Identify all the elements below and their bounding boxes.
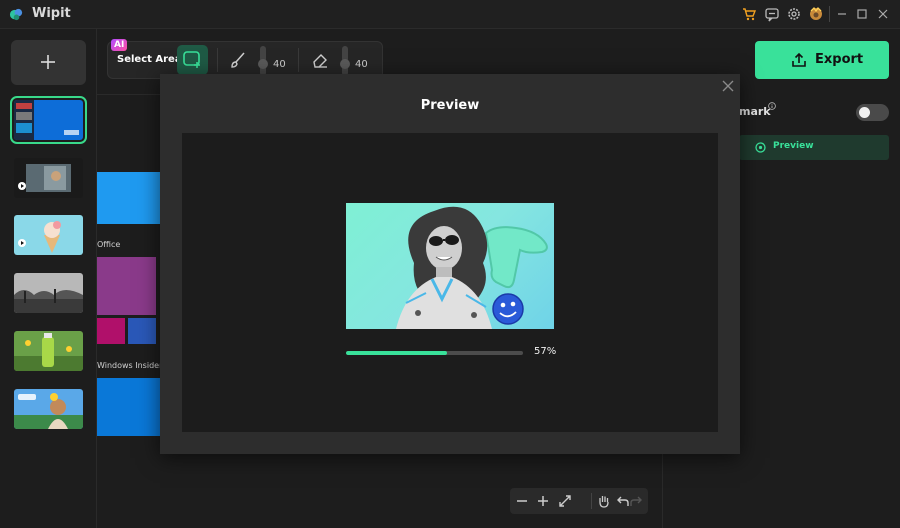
watermark-toggle[interactable] <box>856 104 889 121</box>
export-icon <box>792 52 806 67</box>
redo-icon[interactable] <box>628 493 644 509</box>
media-thumbnail-5[interactable] <box>14 331 83 371</box>
canvas-tile <box>97 378 160 436</box>
toolbar-divider <box>217 48 218 72</box>
zoom-out-icon[interactable] <box>514 493 530 509</box>
close-icon[interactable] <box>874 5 892 23</box>
fit-screen-icon[interactable] <box>557 493 573 509</box>
export-label: Export <box>815 52 864 67</box>
modal-title: Preview <box>420 98 480 113</box>
thumbnail-sidebar <box>0 29 97 528</box>
zoom-controls <box>510 488 648 514</box>
eraser-size-slider[interactable] <box>340 46 350 76</box>
canvas-tile <box>97 257 156 315</box>
titlebar-divider <box>829 6 830 22</box>
add-media-button[interactable] <box>11 40 86 85</box>
select-area-icon <box>183 51 200 68</box>
tile-label-office: Office <box>97 240 121 249</box>
feedback-icon[interactable] <box>764 6 780 22</box>
app-window: Wipit AI Select Area 40 40 Office Window… <box>0 0 900 528</box>
eraser-size-value: 40 <box>355 59 368 70</box>
cart-icon[interactable] <box>741 6 757 22</box>
preview-button[interactable]: Preview <box>739 135 889 160</box>
brush-size-value: 40 <box>273 59 286 70</box>
canvas-tile <box>128 318 156 344</box>
wipit-logo-icon <box>9 8 23 21</box>
media-thumbnail-4[interactable] <box>14 273 83 313</box>
info-icon[interactable] <box>768 102 776 110</box>
maximize-icon[interactable] <box>853 5 871 23</box>
ai-badge: AI <box>111 39 128 51</box>
media-thumbnail-1[interactable] <box>10 96 87 144</box>
modal-close-icon[interactable] <box>722 80 734 92</box>
eraser-icon[interactable] <box>311 51 329 69</box>
canvas-tile <box>97 318 125 344</box>
watermark-label: mark <box>739 105 771 118</box>
minimize-icon[interactable] <box>833 5 851 23</box>
app-title: Wipit <box>32 6 71 21</box>
hand-pan-icon[interactable] <box>596 493 612 509</box>
preview-stage: 57% <box>182 133 718 432</box>
brush-icon[interactable] <box>229 51 247 69</box>
media-thumbnail-3[interactable] <box>14 215 83 255</box>
media-thumbnail-2[interactable] <box>14 158 83 198</box>
progress-percent: 57% <box>534 346 557 357</box>
export-button[interactable]: Export <box>755 41 889 79</box>
select-area-label: Select Area <box>117 54 182 65</box>
title-bar: Wipit <box>0 0 900 29</box>
canvas-tile <box>97 172 160 224</box>
brush-size-slider[interactable] <box>258 46 268 76</box>
zoom-in-icon[interactable] <box>535 493 551 509</box>
progress-bar-fill <box>346 351 447 355</box>
preview-button-label: Preview <box>773 141 814 151</box>
zoom-divider <box>591 493 592 509</box>
eye-icon <box>755 142 766 153</box>
media-thumbnail-6[interactable] <box>14 389 83 429</box>
tile-label-windows-insider: Windows Insider <box>97 361 163 370</box>
user-avatar-icon[interactable] <box>808 6 824 22</box>
select-area-button[interactable] <box>177 45 208 75</box>
toggle-knob <box>859 107 870 118</box>
settings-gear-icon[interactable] <box>786 6 802 22</box>
toolbar-divider <box>298 48 299 72</box>
preview-image <box>346 203 554 329</box>
progress-bar <box>346 351 523 355</box>
plus-icon <box>41 55 55 69</box>
preview-modal: Preview 57% <box>160 74 740 454</box>
